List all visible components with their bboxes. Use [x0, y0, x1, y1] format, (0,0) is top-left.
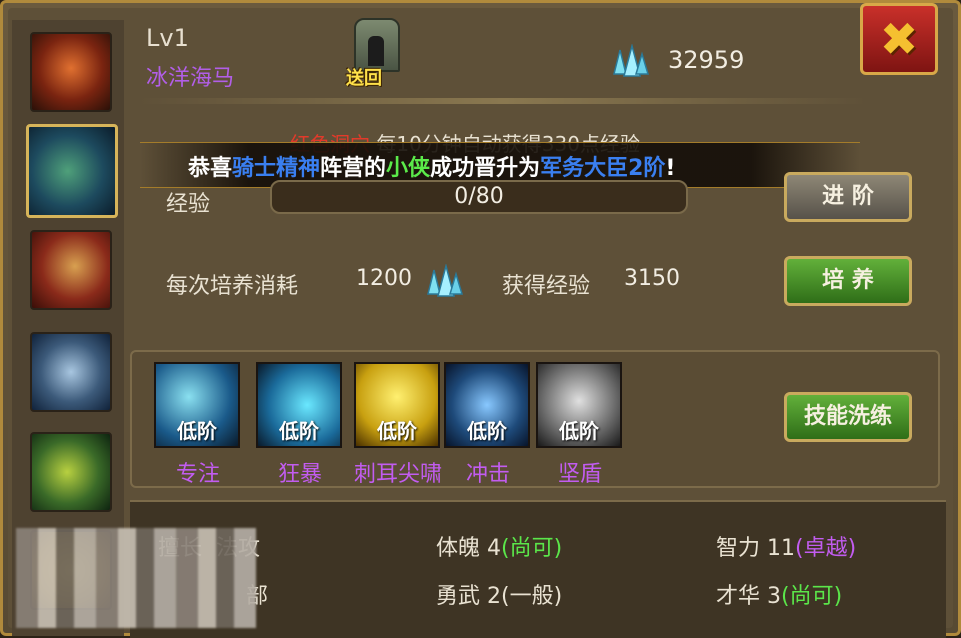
stat-grade: (一般) [501, 584, 562, 609]
close-icon: ✖ [863, 12, 935, 66]
skill-tier: 低阶 [258, 415, 340, 444]
header-divider [138, 98, 868, 104]
hero-portrait-4[interactable] [30, 332, 112, 412]
skill-slot-5[interactable]: 低阶 [536, 362, 622, 448]
train-button[interactable]: 培 养 [784, 256, 912, 306]
announcement-player: 小侠 [386, 156, 430, 181]
announcement-part: 成功晋升为 [430, 156, 540, 181]
hero-name: 冰洋海马 [146, 60, 234, 92]
skill-tier: 低阶 [446, 415, 528, 444]
crystal-icon [610, 44, 650, 80]
train-cost-label: 每次培养消耗 [166, 268, 298, 300]
hero-portrait-1[interactable] [30, 32, 112, 112]
stat-value: 2 [487, 584, 501, 609]
skill-name: 专注 [148, 456, 248, 488]
announcement-part: 恭喜 [188, 156, 232, 181]
announcement-text: 恭喜骑士精神阵营的小侠成功晋升为军务大臣2阶! [188, 150, 675, 182]
skill-tier: 低阶 [538, 415, 620, 444]
stat-valor: 勇武 2(一般) [436, 578, 562, 610]
stat-value: 11 [767, 536, 795, 561]
stat-physique: 体魄 4(尚可) [436, 530, 562, 562]
advance-button[interactable]: 进 阶 [784, 172, 912, 222]
stat-intellect: 智力 11(卓越) [716, 530, 856, 562]
exp-gain-label: 获得经验 [502, 268, 590, 300]
hero-level: Lv1 [146, 24, 189, 52]
skill-name: 冲击 [438, 456, 538, 488]
stat-talent: 才华 3(尚可) [716, 578, 842, 610]
skill-tier: 低阶 [156, 415, 238, 444]
skill-name: 坚盾 [530, 456, 630, 488]
exp-value: 0/80 [270, 184, 688, 209]
exp-gain-value: 3150 [624, 266, 680, 291]
stat-value: 3 [767, 584, 781, 609]
stat-grade: (尚可) [781, 584, 842, 609]
gem-count: 32959 [668, 46, 744, 74]
skill-reset-button[interactable]: 技能洗练 [784, 392, 912, 442]
skill-tier: 低阶 [356, 415, 438, 444]
hero-portrait-3[interactable] [30, 230, 112, 310]
skill-slot-3[interactable]: 低阶 [354, 362, 440, 448]
stat-label: 才华 [716, 584, 760, 609]
stat-label: 智力 [716, 536, 760, 561]
skill-name: 刺耳尖啸 [346, 456, 450, 488]
stat-label: 勇武 [436, 584, 480, 609]
hero-portrait-5[interactable] [30, 432, 112, 512]
send-back-button[interactable]: 送回 [344, 18, 404, 78]
hero-portrait-selected[interactable] [26, 124, 118, 218]
exp-label: 经验 [166, 186, 210, 218]
crystal-icon [424, 264, 464, 300]
announcement-rank: 军务大臣2阶 [540, 156, 665, 181]
stat-grade: (卓越) [795, 536, 856, 561]
announcement-part: ! [665, 156, 675, 181]
stat-grade: (尚可) [501, 536, 562, 561]
skill-slot-1[interactable]: 低阶 [154, 362, 240, 448]
announcement-camp: 骑士精神 [232, 156, 320, 181]
skill-slot-2[interactable]: 低阶 [256, 362, 342, 448]
close-button[interactable]: ✖ [860, 3, 938, 75]
train-cost-value: 1200 [356, 266, 412, 291]
announcement-part: 阵营的 [320, 156, 386, 181]
send-back-label: 送回 [346, 64, 382, 90]
stat-value: 4 [487, 536, 501, 561]
stat-label: 体魄 [436, 536, 480, 561]
blurred-watermark [16, 528, 256, 628]
skill-slot-4[interactable]: 低阶 [444, 362, 530, 448]
skill-name: 狂暴 [250, 456, 350, 488]
